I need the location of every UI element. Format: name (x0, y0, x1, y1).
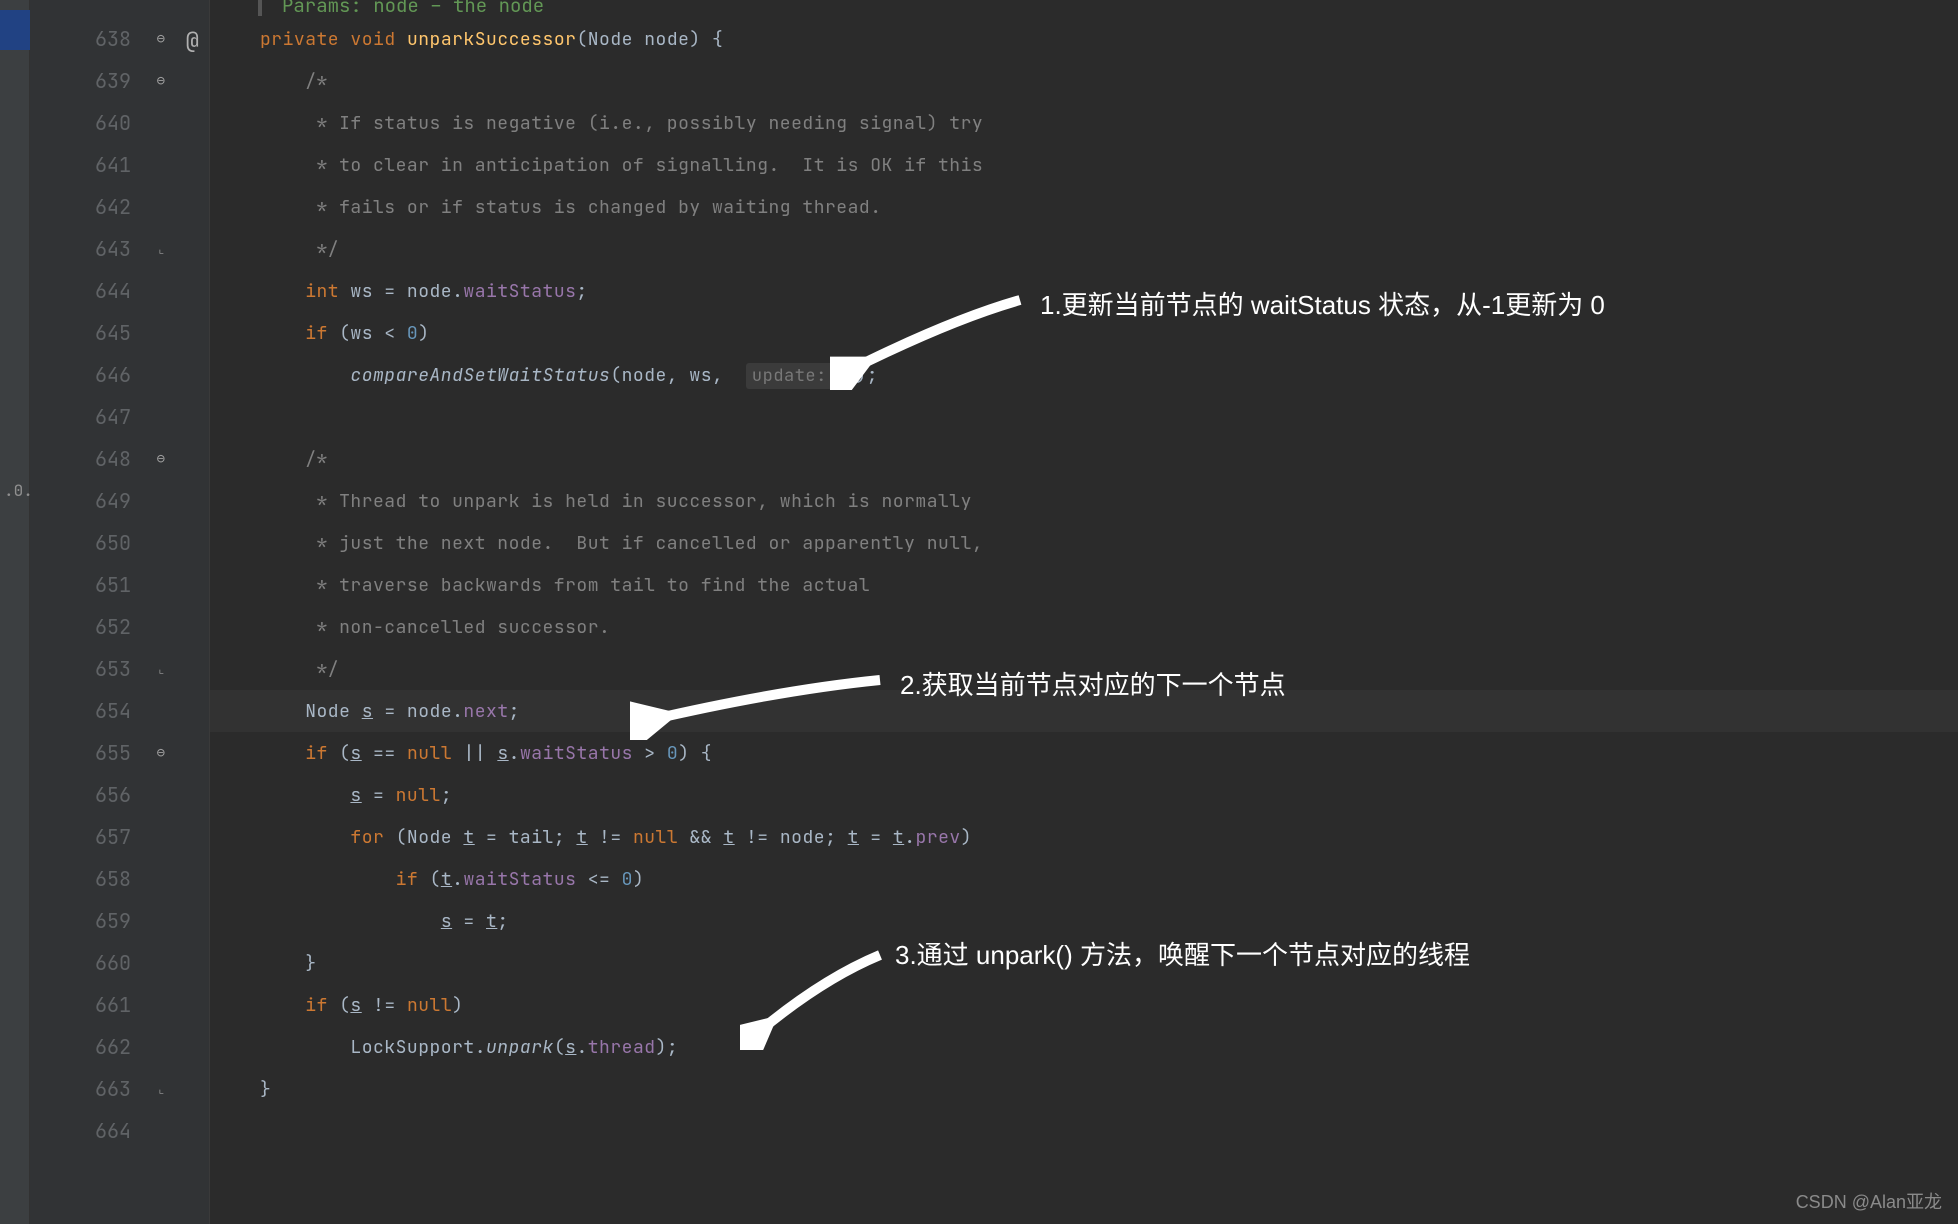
line-number: 642 (30, 186, 209, 228)
fold-end-icon[interactable]: ⌞ (158, 1081, 165, 1097)
code-line[interactable]: if (s != null) (210, 984, 1958, 1026)
line-number: 654 (30, 690, 209, 732)
code-line[interactable]: /* (210, 438, 1958, 480)
line-number: 659 (30, 900, 209, 942)
annotation-2: 2.获取当前节点对应的下一个节点 (900, 665, 1286, 702)
line-number: 649 (30, 480, 209, 522)
code-line[interactable]: * fails or if status is changed by waiti… (210, 186, 1958, 228)
code-line[interactable]: * Thread to unpark is held in successor,… (210, 480, 1958, 522)
gutter: 638@⊖639⊖640641642643⌞644645646647648⊖64… (30, 0, 210, 1224)
code-line[interactable]: /* (210, 60, 1958, 102)
code-line[interactable]: * traverse backwards from tail to find t… (210, 564, 1958, 606)
fold-icon[interactable]: ⊖ (157, 450, 165, 468)
line-number: 655⊖ (30, 732, 209, 774)
code-editor[interactable]: private void unparkSuccessor(Node node) … (210, 0, 1958, 1224)
line-number: 646 (30, 354, 209, 396)
line-number: 641 (30, 144, 209, 186)
line-number: 651 (30, 564, 209, 606)
annotation-1: 1.更新当前节点的 waitStatus 状态，从-1更新为 0 (1040, 285, 1605, 322)
line-number: 661 (30, 984, 209, 1026)
line-number: 658 (30, 858, 209, 900)
override-icon[interactable]: @ (186, 26, 199, 55)
line-number: 650 (30, 522, 209, 564)
code-line[interactable]: s = null; (210, 774, 1958, 816)
line-number: 648⊖ (30, 438, 209, 480)
line-number: 647 (30, 396, 209, 438)
code-line[interactable]: * If status is negative (i.e., possibly … (210, 102, 1958, 144)
blue-marker (0, 10, 30, 50)
line-number: 664 (30, 1110, 209, 1152)
code-line[interactable]: } (210, 1068, 1958, 1110)
line-number: 653⌞ (30, 648, 209, 690)
left-strip: .0. (0, 0, 30, 1224)
code-line[interactable]: */ (210, 228, 1958, 270)
code-line[interactable]: if (t.waitStatus <= 0) (210, 858, 1958, 900)
annotation-3: 3.通过 unpark() 方法，唤醒下一个节点对应的线程 (895, 935, 1470, 972)
watermark: CSDN @Alan亚龙 (1796, 1188, 1942, 1214)
code-line[interactable]: LockSupport.unpark(s.thread); (210, 1026, 1958, 1068)
line-number: 662 (30, 1026, 209, 1068)
line-number: 663⌞ (30, 1068, 209, 1110)
fold-end-icon[interactable]: ⌞ (158, 241, 165, 257)
fold-icon[interactable]: ⊖ (157, 72, 165, 90)
line-number: 639⊖ (30, 60, 209, 102)
code-line[interactable]: compareAndSetWaitStatus(node, ws, update… (210, 354, 1958, 396)
code-line[interactable]: private void unparkSuccessor(Node node) … (210, 18, 1958, 60)
code-line[interactable] (210, 1110, 1958, 1152)
line-number: 656 (30, 774, 209, 816)
line-number: 644 (30, 270, 209, 312)
side-text: .0. (4, 480, 33, 501)
code-line[interactable] (210, 396, 1958, 438)
line-number: 645 (30, 312, 209, 354)
line-number: 638@⊖ (30, 18, 209, 60)
code-line[interactable]: for (Node t = tail; t != null && t != no… (210, 816, 1958, 858)
line-number: 640 (30, 102, 209, 144)
line-number: 657 (30, 816, 209, 858)
code-line[interactable]: if (s == null || s.waitStatus > 0) { (210, 732, 1958, 774)
fold-icon[interactable]: ⊖ (157, 744, 165, 762)
line-number: 652 (30, 606, 209, 648)
fold-end-icon[interactable]: ⌞ (158, 661, 165, 677)
code-line[interactable]: * to clear in anticipation of signalling… (210, 144, 1958, 186)
code-line[interactable]: * non-cancelled successor. (210, 606, 1958, 648)
code-line[interactable]: * just the next node. But if cancelled o… (210, 522, 1958, 564)
line-number: 643⌞ (30, 228, 209, 270)
line-number: 660 (30, 942, 209, 984)
fold-icon[interactable]: ⊖ (157, 30, 165, 48)
